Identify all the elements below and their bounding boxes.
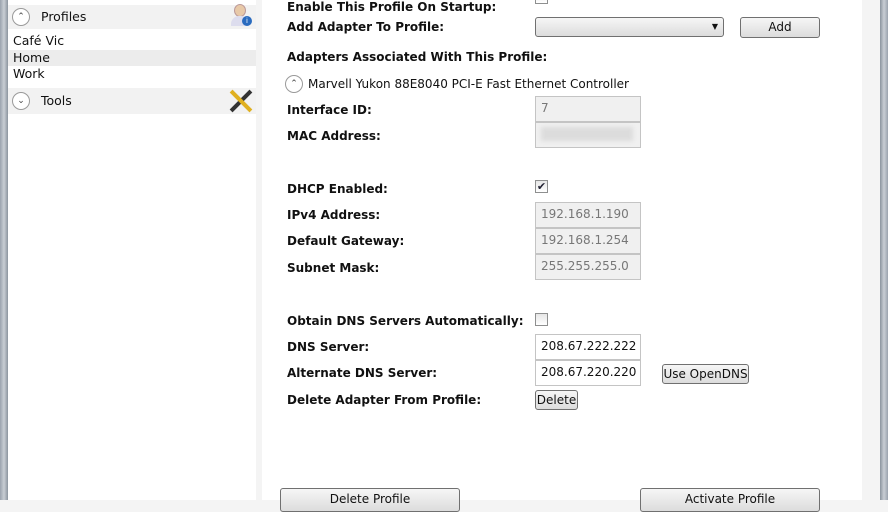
dhcp-label: DHCP Enabled: [287, 182, 388, 196]
dropdown-arrow-icon: ▼ [711, 22, 718, 31]
profile-item-cafe-vic[interactable]: Café Vic [8, 33, 256, 49]
obtain-dns-label: Obtain DNS Servers Automatically: [287, 314, 524, 328]
ipv4-label: IPv4 Address: [287, 208, 381, 222]
dns-label: DNS Server: [287, 340, 370, 354]
enable-startup-checkbox[interactable] [535, 0, 548, 4]
add-button[interactable]: Add [740, 17, 820, 38]
subnet-field[interactable]: 255.255.255.0 [535, 254, 641, 280]
delete-profile-button[interactable]: Delete Profile [280, 488, 460, 512]
tools-icon [228, 89, 254, 113]
obtain-dns-checkbox[interactable] [535, 313, 548, 326]
profile-item-home[interactable]: Home [8, 50, 256, 66]
profiles-header[interactable]: ⌃ Profiles i [8, 3, 256, 29]
tools-header-label: Tools [41, 93, 72, 108]
subnet-label: Subnet Mask: [287, 261, 380, 275]
dhcp-checkbox[interactable]: ✔ [535, 180, 548, 193]
tools-header[interactable]: ⌄ Tools [8, 88, 256, 114]
chevron-up-icon[interactable]: ⌃ [12, 8, 30, 26]
add-adapter-label: Add Adapter To Profile: [287, 20, 445, 34]
gateway-field[interactable]: 192.168.1.254 [535, 228, 641, 254]
profiles-header-label: Profiles [41, 9, 87, 24]
profile-item-work[interactable]: Work [8, 66, 256, 82]
window-frame-left [0, 0, 8, 500]
delete-adapter-button[interactable]: Delete [535, 390, 578, 410]
gateway-label: Default Gateway: [287, 234, 405, 248]
adapter-expander-icon[interactable]: ⌃ [285, 75, 303, 93]
interface-id-field[interactable]: 7 [535, 96, 641, 122]
mac-address-label: MAC Address: [287, 129, 381, 143]
activate-profile-button[interactable]: Activate Profile [640, 488, 820, 512]
adapter-name: Marvell Yukon 88E8040 PCI-E Fast Etherne… [308, 77, 629, 91]
alt-dns-label: Alternate DNS Server: [287, 366, 438, 380]
adapters-label: Adapters Associated With This Profile: [287, 50, 548, 64]
dns-field[interactable]: 208.67.222.222 [535, 334, 641, 360]
enable-startup-label: Enable This Profile On Startup: [287, 0, 497, 14]
use-opendns-button[interactable]: Use OpenDNS [662, 364, 749, 384]
alt-dns-field[interactable]: 208.67.220.220 [535, 360, 641, 386]
chevron-down-icon[interactable]: ⌄ [12, 92, 30, 110]
mac-address-field[interactable] [535, 122, 641, 148]
user-info-icon: i [230, 3, 252, 29]
interface-id-label: Interface ID: [287, 103, 372, 117]
ipv4-field[interactable]: 192.168.1.190 [535, 202, 641, 228]
delete-adapter-label: Delete Adapter From Profile: [287, 393, 482, 407]
adapter-combobox[interactable]: ▼ [535, 17, 724, 37]
window-frame-right [880, 0, 888, 500]
